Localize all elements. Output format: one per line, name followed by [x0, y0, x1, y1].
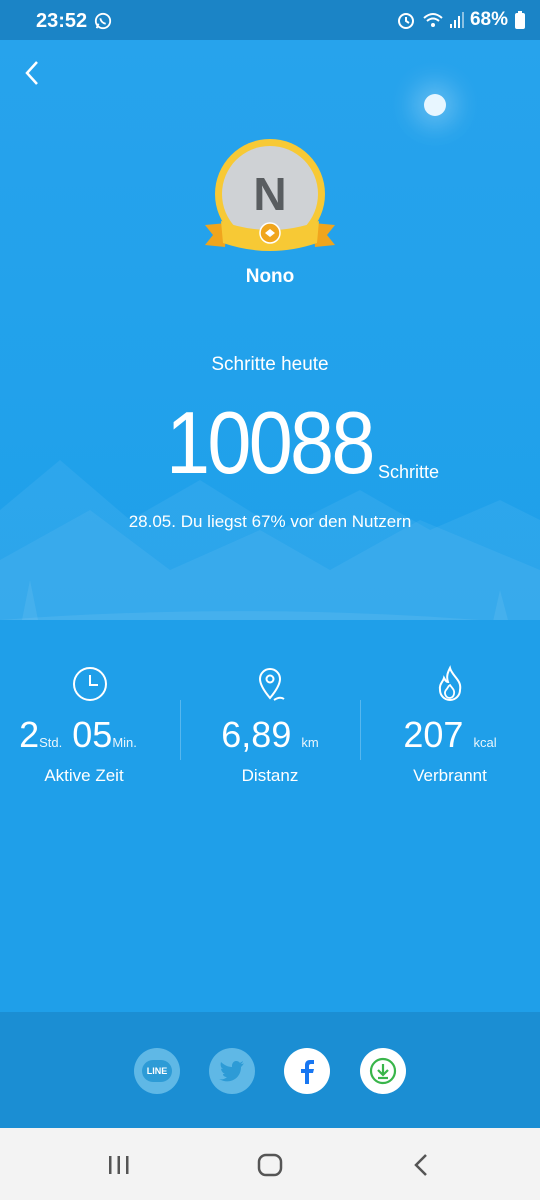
back-button[interactable] [406, 1150, 436, 1180]
burned-unit: kcal [473, 735, 497, 750]
active-minutes: 05 [72, 714, 113, 755]
system-nav-bar [0, 1128, 540, 1200]
recent-apps-button[interactable] [104, 1150, 134, 1180]
stat-distance-value: 6,89 km [180, 714, 360, 756]
share-facebook-button[interactable] [284, 1048, 330, 1094]
stat-burned-label: Verbrannt [413, 766, 487, 785]
steps-label: Schritte heute [211, 354, 329, 375]
back-arrow-icon[interactable] [20, 58, 44, 88]
steps-comparison: 28.05. Du liegst 67% vor den Nutzern [128, 512, 412, 531]
status-right: 68% [396, 9, 526, 31]
stat-active-time-value: 2Std. 05Min. [0, 714, 168, 756]
facebook-icon [301, 1060, 314, 1084]
stat-distance: 6,89 km Distanz [180, 660, 360, 800]
share-twitter-button[interactable] [209, 1048, 255, 1094]
stat-distance-label: Distanz [241, 766, 299, 785]
ribbon-icon [205, 221, 335, 251]
profile-name: Nono [245, 266, 295, 287]
location-pin-icon [258, 668, 285, 701]
line-icon: LINE [142, 1060, 172, 1082]
steps-value: 10088 [166, 393, 375, 492]
active-minutes-unit: Min. [112, 735, 137, 750]
status-bar: 23:52 68% [0, 0, 540, 40]
burned-value: 207 [403, 714, 464, 755]
home-icon [257, 1153, 283, 1177]
share-bar: LINE [0, 1012, 540, 1128]
whatsapp-icon [94, 12, 112, 30]
home-button[interactable] [255, 1150, 285, 1180]
stat-active-time-label: Aktive Zeit [44, 766, 124, 785]
active-hours: 2 [19, 714, 40, 755]
stat-burned: 207 kcal Verbrannt [360, 660, 540, 800]
alarm-icon [397, 13, 414, 29]
hero-section: N Nono Schritte heute 10088 Schritte 28.… [0, 40, 540, 620]
line-label: LINE [146, 1066, 168, 1076]
clock-icon [73, 667, 107, 701]
share-download-button[interactable] [360, 1048, 406, 1094]
stat-active-time: 2Std. 05Min. Aktive Zeit [0, 660, 180, 800]
battery-icon [515, 11, 525, 29]
stat-burned-value: 207 kcal [360, 714, 540, 756]
share-line-button[interactable]: LINE [134, 1048, 180, 1094]
active-hours-unit: Std. [39, 735, 63, 750]
sun-decoration [424, 94, 446, 116]
flame-icon [438, 665, 462, 701]
avatar-medal[interactable]: N [205, 135, 335, 265]
distance-value: 6,89 [221, 714, 292, 755]
distance-unit: km [301, 735, 319, 750]
status-time: 23:52 [36, 10, 88, 32]
recent-apps-icon [109, 1156, 129, 1174]
stats-row: 2Std. 05Min. Aktive Zeit 6,89 km Distanz… [0, 660, 540, 800]
steps-unit: Schritte [378, 462, 440, 482]
battery-percent: 68% [469, 9, 508, 30]
wifi-icon [423, 13, 443, 27]
twitter-icon [219, 1060, 244, 1082]
back-icon [414, 1154, 427, 1176]
download-icon [369, 1057, 397, 1085]
signal-icon [449, 12, 464, 28]
